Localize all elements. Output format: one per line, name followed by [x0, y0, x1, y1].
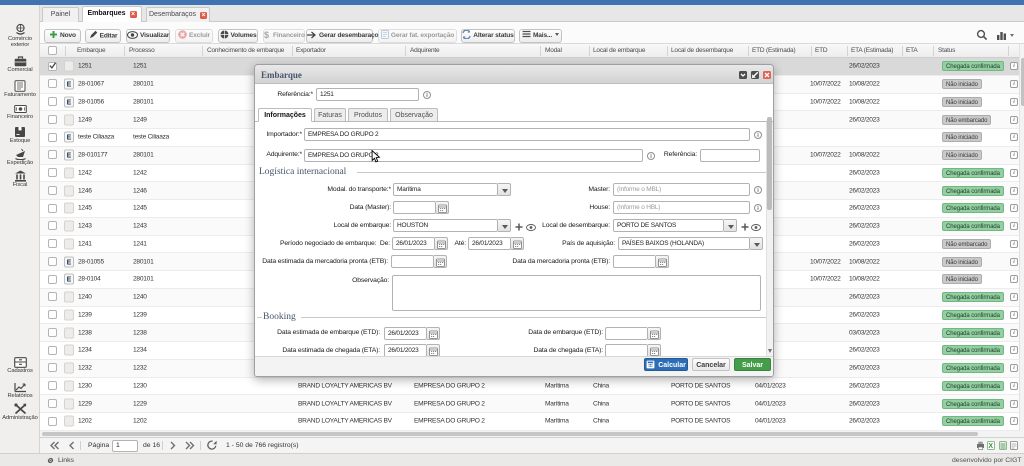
svg-text:$: $: [264, 30, 269, 39]
svg-text:X: X: [988, 443, 993, 450]
